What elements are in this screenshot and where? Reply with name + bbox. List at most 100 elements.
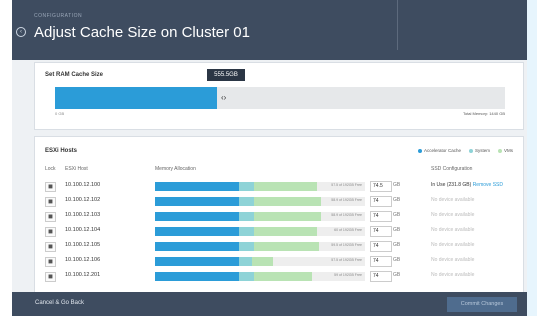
cache-segment [155, 182, 239, 191]
ram-slider-track[interactable] [55, 87, 505, 109]
ssd-status-text: No device available [431, 227, 475, 233]
memory-bar: 58.9 of 192GB Free [155, 197, 365, 206]
column-header-host[interactable]: ESXi Host [65, 166, 88, 172]
host-name: 10.100.12.105 [65, 242, 101, 248]
table-row: ◼ 10.100.12.102 58.9 of 192GB Free 74 GB No d… [35, 194, 523, 209]
ram-total-label: Total Memory: 1440 GB [462, 111, 505, 116]
bar-free-label: 59.5 of 192GB Free [331, 243, 362, 247]
app-window: ‹ CONFIGURATION Adjust Cache Size on Clu… [12, 0, 527, 316]
memory-bar: 57.5 of 192GB Free [155, 257, 365, 266]
table-row: ◼ 10.100.12.103 58.9 of 192GB Free 74 GB No d… [35, 209, 523, 224]
memory-bar: 59 of 192GB Free [155, 272, 365, 281]
system-segment [239, 182, 254, 191]
legend-dot [417, 148, 422, 153]
memory-bar: 60 of 192GB Free [155, 227, 365, 236]
cache-segment [155, 272, 239, 281]
system-segment [239, 242, 254, 251]
legend-label: Accelerator Cache [423, 148, 461, 153]
ram-value-tooltip: 555.5GB [207, 69, 245, 81]
legend-label: System [474, 148, 490, 153]
cache-size-unit: GB [393, 197, 401, 203]
header-divider [397, 0, 398, 50]
left-margin [0, 0, 12, 316]
lock-icon[interactable]: ◼ [45, 182, 56, 192]
host-name: 10.100.12.103 [65, 212, 101, 218]
table-row: ◼ 10.100.12.100 57.5 of 192GB Free 74.5 GB In… [35, 179, 523, 194]
cache-size-input[interactable]: 74 [370, 271, 392, 282]
ram-slider-handle-icon[interactable]: ‹› [221, 93, 226, 102]
cache-size-unit: GB [393, 242, 401, 248]
cache-size-unit: GB [393, 227, 401, 233]
bar-free-label: 57.5 of 192GB Free [331, 258, 362, 262]
cache-segment [155, 227, 239, 236]
system-segment [239, 212, 254, 221]
system-segment [239, 227, 254, 236]
legend-item-vms: VMs [498, 148, 513, 153]
host-name: 10.100.12.100 [65, 182, 101, 188]
ssd-status-text: No device available [431, 257, 475, 263]
footer: Cancel & Go Back Commit Changes [12, 292, 527, 316]
column-header-ssd[interactable]: SSD Configuration [431, 166, 472, 172]
remove-ssd-link[interactable]: Remove SSD [473, 182, 503, 188]
bar-free-label: 58.9 of 192GB Free [331, 198, 362, 202]
lock-icon[interactable]: ◼ [45, 227, 56, 237]
vms-segment [251, 257, 273, 266]
host-name: 10.100.12.106 [65, 257, 101, 263]
lock-icon[interactable]: ◼ [45, 212, 56, 222]
ram-min-label: 0 GB [55, 111, 65, 116]
header: ‹ CONFIGURATION Adjust Cache Size on Clu… [12, 0, 527, 60]
lock-icon[interactable]: ◼ [45, 257, 56, 267]
cache-size-input[interactable]: 74.5 [370, 181, 392, 192]
legend-label: VMs [504, 148, 513, 153]
cancel-button[interactable]: Cancel & Go Back [35, 300, 84, 306]
host-name: 10.100.12.201 [65, 272, 101, 278]
ssd-status-text: In Use (231.8 GB) [431, 182, 472, 188]
vms-segment [253, 227, 317, 236]
legend-item-cache: Accelerator Cache [417, 148, 461, 153]
cache-size-unit: GB [393, 272, 401, 278]
ram-value: 555.5 [214, 72, 230, 78]
ram-slider-fill [55, 87, 217, 109]
cache-segment [155, 212, 239, 221]
cache-size-unit: GB [393, 212, 401, 218]
vms-segment [253, 197, 321, 206]
ssd-status-text: No device available [431, 242, 475, 248]
esxi-hosts-card: ESXi Hosts Accelerator Cache System VMs … [34, 136, 524, 316]
table-row: ◼ 10.100.12.105 59.5 of 192GB Free 74 GB No d… [35, 239, 523, 254]
cache-segment [155, 242, 239, 251]
vms-segment [253, 272, 313, 281]
legend: Accelerator Cache System VMs [417, 148, 513, 153]
ram-cache-card: Set RAM Cache Size 555.5GB ‹› 0 GB Total… [34, 62, 524, 130]
memory-bar: 58.9 of 192GB Free [155, 212, 365, 221]
bar-free-label: 59 of 192GB Free [334, 273, 362, 277]
back-icon[interactable]: ‹ [16, 27, 26, 37]
table-row: ◼ 10.100.12.201 59 of 192GB Free 74 GB No dev… [35, 269, 523, 284]
lock-icon[interactable]: ◼ [45, 197, 56, 207]
legend-dot [468, 148, 473, 153]
ssd-status-text: No device available [431, 197, 475, 203]
ssd-status: No device available [431, 227, 474, 233]
table-row: ◼ 10.100.12.104 60 of 192GB Free 74 GB No dev… [35, 224, 523, 239]
system-segment [239, 272, 254, 281]
cache-size-input[interactable]: 74 [370, 226, 392, 237]
cache-size-unit: GB [393, 182, 401, 188]
bar-free-label: 57.5 of 192GB Free [331, 183, 362, 187]
legend-dot [498, 148, 502, 153]
commit-changes-button[interactable]: Commit Changes [447, 297, 517, 312]
cache-segment [155, 257, 239, 266]
ssd-status-text: No device available [431, 212, 475, 218]
esxi-hosts-title: ESXi Hosts [45, 148, 78, 154]
right-margin [527, 0, 537, 316]
lock-icon[interactable]: ◼ [45, 242, 56, 252]
cache-size-input[interactable]: 74 [370, 196, 392, 207]
lock-icon[interactable]: ◼ [45, 272, 56, 282]
cache-size-input[interactable]: 74 [370, 241, 392, 252]
column-header-memory[interactable]: Memory Allocation [155, 166, 196, 172]
legend-item-system: System [468, 148, 490, 153]
vms-segment [253, 242, 319, 251]
cache-size-input[interactable]: 74 [370, 256, 392, 267]
vms-segment [253, 182, 317, 191]
host-name: 10.100.12.104 [65, 227, 101, 233]
cache-size-input[interactable]: 74 [370, 211, 392, 222]
ssd-status: No device available [431, 257, 474, 263]
